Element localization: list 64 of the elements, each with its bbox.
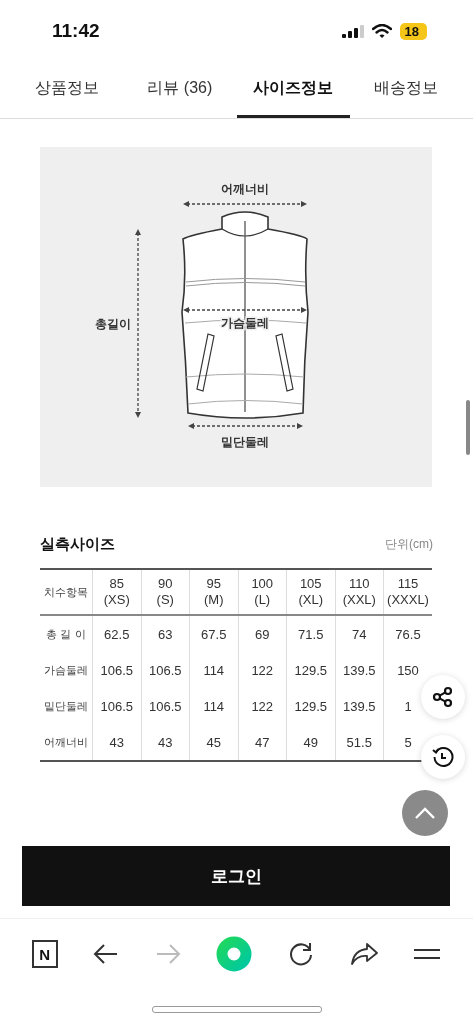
table-cell: 43 bbox=[141, 724, 190, 761]
menu-icon[interactable] bbox=[413, 947, 442, 961]
table-cell: 122 bbox=[238, 652, 287, 688]
table-cell: 106.5 bbox=[92, 652, 141, 688]
tab[interactable]: 배송정보 bbox=[349, 62, 463, 118]
table-cell: 어깨너비 bbox=[40, 724, 93, 761]
dimension-label: 총길이 bbox=[95, 317, 131, 331]
table-cell: 129.5 bbox=[286, 688, 335, 724]
table-header: 95 (M) bbox=[189, 569, 238, 615]
table-header: 85 (XS) bbox=[92, 569, 141, 615]
wifi-icon bbox=[371, 24, 392, 38]
table-cell: 67.5 bbox=[189, 615, 238, 652]
table-cell: 밑단둘레 bbox=[40, 688, 93, 724]
table-cell: 49 bbox=[286, 724, 335, 761]
table-cell: 62.5 bbox=[92, 615, 141, 652]
table-cell: 74 bbox=[335, 615, 384, 652]
table-header: 치수항목 bbox=[40, 569, 93, 615]
table-cell: 63 bbox=[141, 615, 190, 652]
battery-indicator: 18 bbox=[399, 22, 427, 40]
tab[interactable]: 상품정보 bbox=[10, 62, 124, 118]
table-header: 105 (XL) bbox=[286, 569, 335, 615]
scrollbar bbox=[466, 400, 470, 455]
share-arrow-icon[interactable] bbox=[349, 942, 378, 966]
table-cell: 114 bbox=[189, 652, 238, 688]
table-cell: 총 길 이 bbox=[40, 615, 93, 652]
dimension-label: 어깨너비 bbox=[221, 182, 269, 196]
table-cell: 139.5 bbox=[335, 688, 384, 724]
signal-icon bbox=[341, 24, 364, 38]
table-header: 110 (XXL) bbox=[335, 569, 384, 615]
unit-label: 단위(cm) bbox=[385, 536, 433, 553]
history-icon bbox=[431, 745, 455, 769]
share-icon bbox=[432, 686, 454, 708]
table-cell: 139.5 bbox=[335, 652, 384, 688]
table-cell: 114 bbox=[189, 688, 238, 724]
table-cell: 51.5 bbox=[335, 724, 384, 761]
share-button[interactable] bbox=[421, 675, 465, 719]
scroll-top-button[interactable] bbox=[402, 790, 448, 836]
table-cell: 122 bbox=[238, 688, 287, 724]
table-title: 실측사이즈 bbox=[40, 535, 115, 554]
table-cell: 106.5 bbox=[141, 688, 190, 724]
reload-icon[interactable] bbox=[288, 941, 315, 967]
table-cell: 106.5 bbox=[141, 652, 190, 688]
table-header: 115 (XXXL) bbox=[383, 569, 432, 615]
history-button[interactable] bbox=[421, 735, 465, 779]
table-cell: 45 bbox=[189, 724, 238, 761]
table-header: 100 (L) bbox=[238, 569, 287, 615]
table-cell: 43 bbox=[92, 724, 141, 761]
dimension-label: 가슴둘레 bbox=[221, 316, 269, 330]
table-cell: 가슴둘레 bbox=[40, 652, 93, 688]
tab[interactable]: 사이즈정보 bbox=[236, 62, 350, 118]
logo-button[interactable]: N bbox=[31, 940, 58, 968]
table-cell: 71.5 bbox=[286, 615, 335, 652]
table-header: 90 (S) bbox=[141, 569, 190, 615]
caret-up-icon bbox=[414, 806, 436, 820]
table-cell: 106.5 bbox=[92, 688, 141, 724]
table-cell: 47 bbox=[238, 724, 287, 761]
table-cell: 129.5 bbox=[286, 652, 335, 688]
status-time: 11:42 bbox=[52, 20, 100, 42]
table-cell: 69 bbox=[238, 615, 287, 652]
dimension-label: 밑단둘레 bbox=[221, 435, 269, 449]
tab[interactable]: 리뷰 (36) bbox=[123, 62, 237, 118]
back-arrow-icon[interactable] bbox=[93, 943, 120, 965]
table-cell: 76.5 bbox=[383, 615, 432, 652]
login-button[interactable]: 로그인 bbox=[22, 846, 450, 906]
